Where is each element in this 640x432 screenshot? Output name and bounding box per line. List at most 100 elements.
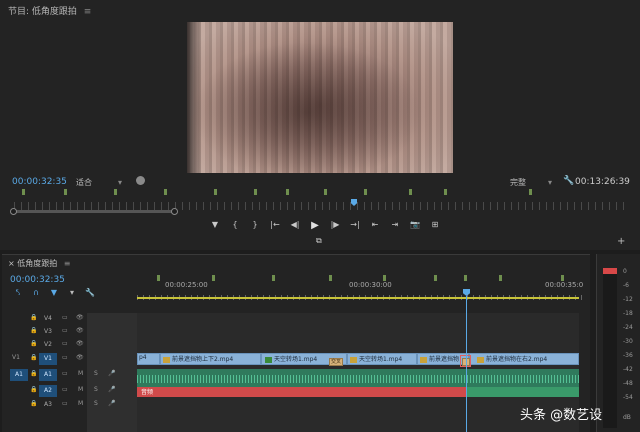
lock-icon[interactable]: 🔒 xyxy=(30,386,37,393)
mute-button[interactable]: M xyxy=(78,386,83,393)
meter-label: -24 xyxy=(623,324,633,331)
mic-icon[interactable]: 🎤 xyxy=(108,400,115,407)
audio-clip-label: 音频 xyxy=(141,389,154,396)
monitor-title[interactable]: 节目: 低角度跟拍 ≡ xyxy=(8,4,91,17)
film-icon[interactable]: ▭ xyxy=(62,354,68,361)
film-icon[interactable]: ▭ xyxy=(62,327,68,334)
ruler-label: 00:00:25:00 xyxy=(165,281,208,289)
film-icon[interactable]: ▭ xyxy=(62,340,68,347)
eye-icon[interactable]: 👁 xyxy=(76,340,84,347)
film-icon[interactable]: ▭ xyxy=(62,370,68,377)
go-to-in-button[interactable]: |← xyxy=(265,220,285,232)
eye-icon[interactable]: 👁 xyxy=(76,354,84,361)
monitor-title-text: 节目: 低角度跟拍 xyxy=(8,7,77,17)
lock-icon[interactable]: 🔒 xyxy=(30,370,37,377)
marker-icon[interactable] xyxy=(136,176,145,185)
go-to-out-button[interactable]: →| xyxy=(345,220,365,232)
premiere-window: 节目: 低角度跟拍 ≡ 00:00:32:35 适合 ▾ 完整 ▾ 🔧 00:13:… xyxy=(0,0,640,432)
step-back-button[interactable]: ◀| xyxy=(285,220,305,232)
button-editor-button[interactable]: + xyxy=(617,236,625,247)
zoom-fit-select[interactable]: 适合 ▾ xyxy=(76,177,122,188)
mute-button[interactable]: M xyxy=(78,400,83,407)
track-header-a3: 🔒 A3 ▭ M S 🎤 xyxy=(2,399,137,412)
work-area-bar[interactable] xyxy=(137,297,579,299)
menu-icon[interactable]: ≡ xyxy=(64,259,71,268)
track-name[interactable]: A2 xyxy=(39,385,57,397)
mark-in-button[interactable]: { xyxy=(225,220,245,232)
track-name[interactable]: A3 xyxy=(39,399,57,411)
meter-label: -18 xyxy=(623,310,633,317)
track-header-v3: 🔒 V3 ▭ 👁 xyxy=(2,326,137,339)
meter-label: -42 xyxy=(623,366,633,373)
audio-clip-a1[interactable] xyxy=(137,369,579,387)
monitor-zoom-scrollbar[interactable] xyxy=(10,208,178,215)
track-name[interactable]: V1 xyxy=(39,353,57,365)
meter-label: -6 xyxy=(623,282,629,289)
source-patch-v1[interactable]: V1 xyxy=(12,354,20,361)
mute-button[interactable]: M xyxy=(78,370,83,377)
lift-button[interactable]: ⇤ xyxy=(365,220,385,232)
mark-out-button[interactable]: } xyxy=(245,220,265,232)
track-name[interactable]: V4 xyxy=(39,313,57,325)
eye-icon[interactable]: 👁 xyxy=(76,327,84,334)
menu-icon[interactable]: ≡ xyxy=(84,7,92,17)
film-icon[interactable]: ▭ xyxy=(62,314,68,321)
eye-icon[interactable]: 👁 xyxy=(76,314,84,321)
track-name[interactable]: V3 xyxy=(39,326,57,338)
track-area[interactable]: p4 前景遮挡物上下2.mp4 天空转场1.mp4 天空转场1.mp4 前景遮挡… xyxy=(137,313,579,432)
source-patch-a1[interactable]: A1 xyxy=(10,369,28,381)
mic-icon[interactable]: 🎤 xyxy=(108,370,115,377)
meter-label: -36 xyxy=(623,352,633,359)
clip-label: 前景遮挡物 xyxy=(420,354,459,363)
extract-button[interactable]: ⇥ xyxy=(385,220,405,232)
clip-label: p4 xyxy=(139,354,147,361)
chevron-down-icon: ▾ xyxy=(118,178,123,187)
solo-button[interactable]: S xyxy=(94,386,98,393)
marker-strip xyxy=(14,189,624,197)
lock-icon[interactable]: 🔒 xyxy=(30,327,37,334)
lock-icon[interactable]: 🔒 xyxy=(30,314,37,321)
add-marker-button[interactable]: ▼ xyxy=(205,220,225,232)
film-icon[interactable]: ▭ xyxy=(62,400,68,407)
export-frame-button[interactable]: 📷 xyxy=(405,220,425,232)
track-name[interactable]: A1 xyxy=(39,369,57,381)
linked-selection-icon[interactable]: ▼ xyxy=(48,288,60,298)
lock-icon[interactable]: 🔒 xyxy=(30,354,37,361)
step-forward-button[interactable]: |▶ xyxy=(325,220,345,232)
wrench-icon[interactable]: 🔧 xyxy=(563,176,574,186)
nest-toggle-icon[interactable]: ⤣ xyxy=(12,288,24,298)
add-marker-icon[interactable]: ▾ xyxy=(66,288,78,298)
timeline-title: 低角度跟拍 xyxy=(17,259,58,268)
meter-label: -48 xyxy=(623,380,633,387)
timeline-panel: × 低角度跟拍 ≡ 00:00:32:35 ⤣ ∩ ▼ ▾ 🔧 00:00:25… xyxy=(2,254,590,432)
compare-button[interactable]: ⊞ xyxy=(425,220,445,232)
monitor-time-ruler[interactable] xyxy=(14,202,624,210)
cross-dissolve-transition[interactable]: 交叉 xyxy=(329,358,343,366)
wrench-icon[interactable]: 🔧 xyxy=(84,288,96,298)
watermark: 头条 @数艺设 xyxy=(520,408,603,423)
close-icon[interactable]: × xyxy=(8,259,15,268)
audio-clip-a2[interactable] xyxy=(137,387,466,397)
audio-clip-a2-tail[interactable] xyxy=(466,387,579,397)
playhead-line xyxy=(466,296,467,432)
track-name[interactable]: V2 xyxy=(39,339,57,351)
resolution-select[interactable]: 完整 ▾ xyxy=(510,177,552,188)
timeline-timecode[interactable]: 00:00:32:35 xyxy=(10,275,65,285)
ruler-label: 00:00:35:0 xyxy=(545,281,584,289)
clip-label: 天空转场1.mp4 xyxy=(265,354,317,363)
solo-button[interactable]: S xyxy=(94,400,98,407)
film-icon[interactable]: ▭ xyxy=(62,386,68,393)
playhead-timecode[interactable]: 00:00:32:35 xyxy=(12,177,67,187)
play-button[interactable]: ▶ xyxy=(305,220,325,232)
mic-icon[interactable]: 🎤 xyxy=(108,386,115,393)
timeline-tab[interactable]: × 低角度跟拍 ≡ xyxy=(8,258,71,269)
solo-button[interactable]: S xyxy=(94,370,98,377)
lock-icon[interactable]: 🔒 xyxy=(30,340,37,347)
meter-label: 0 xyxy=(623,268,627,275)
meter-label: -30 xyxy=(623,338,633,345)
clip-label: 前景遮挡物上下2.mp4 xyxy=(163,354,233,363)
lock-icon[interactable]: 🔒 xyxy=(30,400,37,407)
meter-label: dB xyxy=(623,414,631,421)
snap-icon[interactable]: ∩ xyxy=(30,288,42,298)
multicam-icon[interactable]: ⧉ xyxy=(316,236,322,246)
